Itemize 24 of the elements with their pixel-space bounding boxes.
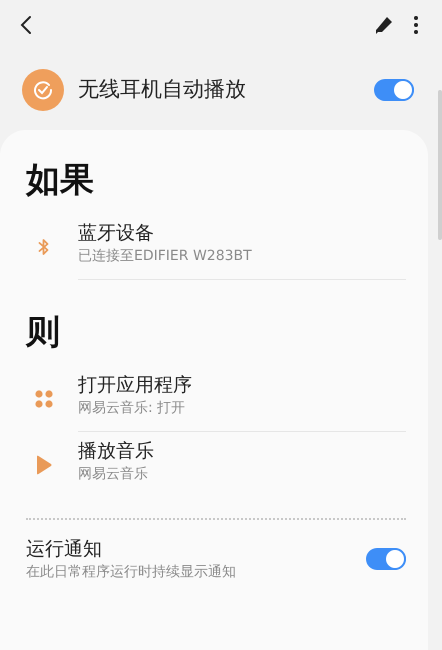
item-title: 蓝牙设备 xyxy=(78,221,155,246)
notification-subtitle: 在此日常程序运行时持续显示通知 xyxy=(26,563,237,582)
item-subtitle: 已连接至EDIFIER W283BT xyxy=(78,247,253,266)
condition-item[interactable]: 打开应用程序 网易云音乐: 打开 xyxy=(26,366,406,432)
item-title: 播放音乐 xyxy=(78,439,155,464)
scrollbar[interactable] xyxy=(438,90,442,240)
pencil-icon xyxy=(374,15,394,35)
notification-title: 运行通知 xyxy=(26,537,103,562)
toggle-switch[interactable] xyxy=(374,79,414,101)
item-subtitle: 网易云音乐 xyxy=(78,465,149,484)
bluetooth-icon xyxy=(38,238,50,256)
back-icon xyxy=(20,15,32,35)
routine-title: 无线耳机自动播放 xyxy=(78,76,247,104)
section-heading: 如果 xyxy=(26,160,95,200)
routine-icon xyxy=(22,69,64,111)
more-icon xyxy=(414,16,418,34)
section-heading: 则 xyxy=(26,312,61,352)
item-title: 打开应用程序 xyxy=(78,373,193,398)
condition-item[interactable]: 蓝牙设备 已连接至EDIFIER W283BT xyxy=(26,214,406,280)
apps-icon xyxy=(35,390,53,408)
item-subtitle: 网易云音乐: 打开 xyxy=(78,399,186,418)
toggle-switch[interactable] xyxy=(366,548,406,570)
condition-item[interactable]: 播放音乐 网易云音乐 xyxy=(26,432,406,498)
play-icon xyxy=(36,455,52,475)
